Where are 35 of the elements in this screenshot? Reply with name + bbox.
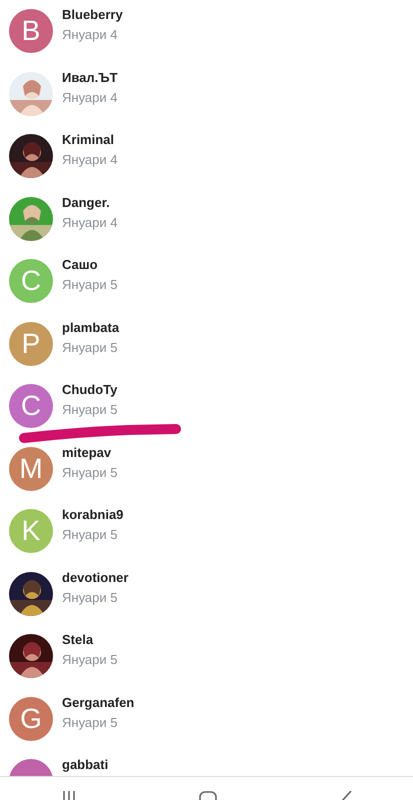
home-icon[interactable] <box>198 791 216 800</box>
contact-name[interactable]: mitepav <box>62 446 118 460</box>
contact-date: Януари 5 <box>62 527 118 543</box>
contact-date: Януари 5 <box>62 340 118 356</box>
contact-name[interactable]: plambata <box>62 320 120 335</box>
contact-date: Януари 5 <box>62 590 118 606</box>
avatar-letter: P <box>22 326 40 360</box>
contact-date: Януари 4 <box>62 214 118 230</box>
contact-date: Януари 5 <box>62 277 118 293</box>
avatar-letter: G <box>20 702 42 736</box>
contact-name[interactable]: Kriminal <box>62 133 118 148</box>
avatar-letter: C <box>20 264 42 298</box>
avatar-letter: M <box>19 452 43 486</box>
contact-name[interactable]: ChudoTy <box>62 383 118 398</box>
contact-name[interactable]: gabbati <box>62 758 108 772</box>
contact-name[interactable]: Blueberry <box>62 8 123 22</box>
contact-date: Януари 4 <box>62 90 118 106</box>
avatar-letter: C <box>20 389 42 423</box>
contact-name[interactable]: Danger. <box>62 196 118 210</box>
contact-date: Януари 4 <box>62 152 118 168</box>
avatar-letter: K <box>22 514 40 548</box>
contact-date: Януари 4 <box>62 27 118 43</box>
contact-name[interactable]: korabnia9 <box>62 508 124 522</box>
contact-date: Януари 5 <box>62 652 118 668</box>
avatar-letter: B <box>22 14 40 48</box>
back-icon[interactable] <box>340 791 352 800</box>
contact-name[interactable]: Сашо <box>62 258 118 272</box>
contact-date: Януари 5 <box>62 464 118 480</box>
contact-name[interactable]: Gerganafen <box>62 696 134 710</box>
contact-date: Януари 5 <box>62 402 118 418</box>
recent-apps-icon[interactable] <box>62 791 76 800</box>
contact-name[interactable]: Ивал.ЪТ <box>62 70 118 85</box>
contact-name[interactable]: devotioner <box>62 570 128 585</box>
contact-name[interactable]: Stela <box>62 633 118 648</box>
contact-date: Януари 5 <box>62 714 118 730</box>
